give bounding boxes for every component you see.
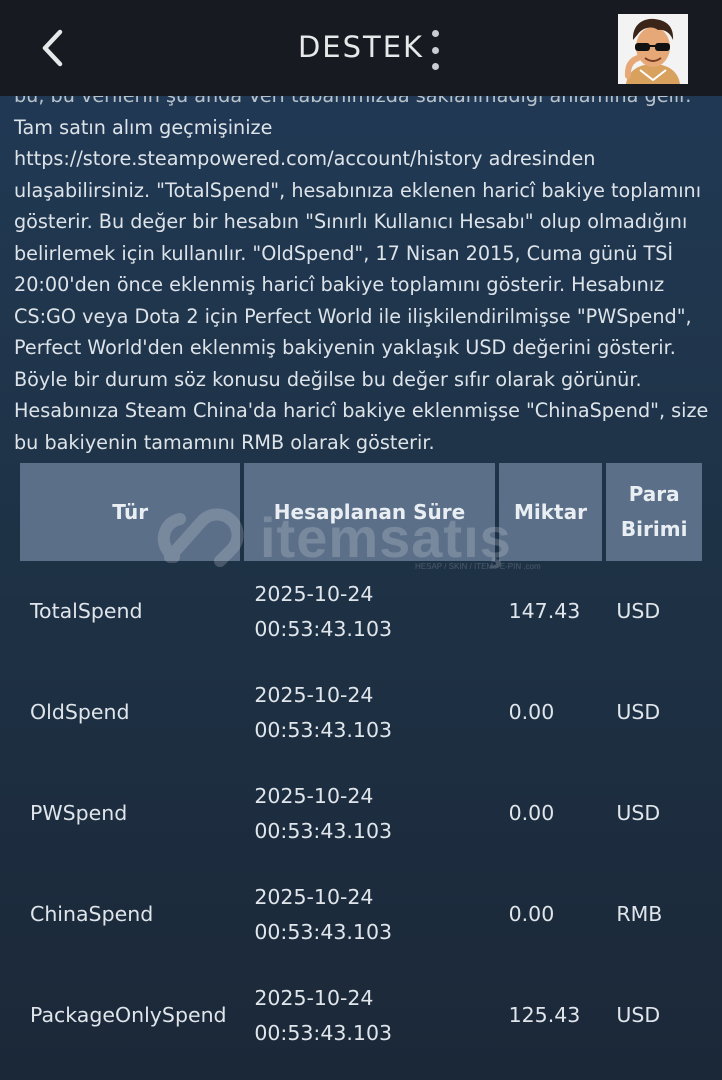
column-header-type: Tür: [20, 463, 241, 561]
top-bar: DESTEK: [0, 0, 722, 96]
spend-table: Tür Hesaplanan Süre Miktar Para Birimi T…: [16, 463, 706, 1066]
table-header-row: Tür Hesaplanan Süre Miktar Para Birimi: [20, 463, 702, 561]
row-type: OldSpend: [30, 700, 130, 724]
row-amount: 147.43: [508, 599, 581, 623]
column-header-calculated-time: Hesaplanan Süre: [244, 463, 495, 561]
table-row: OldSpend 2025-10-24 00:53:43.103 0.00 USD: [20, 662, 702, 763]
more-vertical-icon: [431, 30, 439, 37]
row-amount: 0.00: [508, 700, 555, 724]
row-amount: 0.00: [508, 902, 555, 926]
info-paragraph: Tam satın alım geçmişinize https://store…: [14, 115, 709, 454]
page-title: DESTEK: [297, 30, 425, 64]
table-row: PWSpend 2025-10-24 00:53:43.103 0.00 USD: [20, 763, 702, 864]
row-type: PWSpend: [30, 801, 128, 825]
user-avatar-icon: [618, 14, 688, 84]
row-amount: 125.43: [508, 1003, 581, 1027]
row-currency: USD: [616, 1003, 661, 1027]
row-type: ChinaSpend: [30, 902, 154, 926]
row-time: 2025-10-24 00:53:43.103: [254, 581, 393, 641]
row-currency: USD: [616, 599, 661, 623]
row-currency: USD: [616, 700, 661, 724]
table-row: PackageOnlySpend 2025-10-24 00:53:43.103 …: [20, 965, 702, 1066]
column-header-amount: Miktar: [498, 463, 603, 561]
row-type: TotalSpend: [30, 599, 143, 623]
more-menu-button[interactable]: [420, 30, 450, 70]
row-currency: USD: [616, 801, 661, 825]
info-text-block: bu, bu verilerin şu anda Veri tabanımızd…: [14, 80, 710, 458]
row-time: 2025-10-24 00:53:43.103: [254, 783, 393, 843]
row-amount: 0.00: [508, 801, 555, 825]
row-type: PackageOnlySpend: [30, 1003, 227, 1027]
row-time: 2025-10-24 00:53:43.103: [254, 682, 393, 742]
row-time: 2025-10-24 00:53:43.103: [254, 884, 393, 944]
table-row: TotalSpend 2025-10-24 00:53:43.103 147.43…: [20, 561, 702, 662]
row-time: 2025-10-24 00:53:43.103: [254, 985, 393, 1045]
row-currency: RMB: [616, 902, 663, 926]
column-header-currency: Para Birimi: [606, 463, 702, 561]
avatar[interactable]: [618, 14, 688, 84]
table-row: ChinaSpend 2025-10-24 00:53:43.103 0.00 R…: [20, 864, 702, 965]
